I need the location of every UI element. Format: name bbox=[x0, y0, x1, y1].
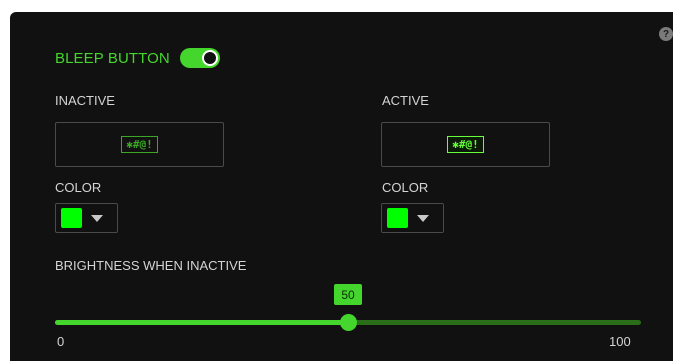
inactive-color-picker[interactable] bbox=[55, 203, 118, 233]
inactive-bleep-icon: ✱#@! bbox=[121, 136, 158, 153]
bleep-button-label: BLEEP BUTTON bbox=[55, 49, 170, 67]
chevron-down-icon bbox=[417, 214, 429, 222]
slider-max-label: 100 bbox=[609, 334, 631, 349]
chevron-down-icon bbox=[91, 214, 103, 222]
inactive-preview: ✱#@! bbox=[55, 122, 224, 167]
active-heading: ACTIVE bbox=[382, 93, 429, 108]
inactive-color-swatch bbox=[61, 208, 82, 228]
brightness-slider[interactable] bbox=[55, 314, 641, 331]
active-color-label: COLOR bbox=[382, 180, 429, 195]
slider-min-label: 0 bbox=[57, 334, 65, 349]
active-preview: ✱#@! bbox=[381, 122, 550, 167]
inactive-heading: INACTIVE bbox=[55, 93, 115, 108]
question-circle-icon[interactable]: ? bbox=[659, 27, 673, 41]
brightness-slider-fill bbox=[55, 320, 348, 325]
active-color-swatch bbox=[387, 208, 408, 228]
bleep-button-row: BLEEP BUTTON bbox=[55, 48, 220, 68]
active-color-picker[interactable] bbox=[381, 203, 444, 233]
inactive-color-label: COLOR bbox=[55, 180, 102, 195]
active-bleep-icon: ✱#@! bbox=[447, 136, 484, 153]
brightness-slider-thumb[interactable] bbox=[340, 314, 357, 331]
toggle-knob bbox=[201, 50, 218, 66]
brightness-label: BRIGHTNESS WHEN INACTIVE bbox=[55, 258, 247, 273]
brightness-value-badge: 50 bbox=[334, 284, 362, 305]
bleep-button-toggle[interactable] bbox=[179, 48, 220, 68]
